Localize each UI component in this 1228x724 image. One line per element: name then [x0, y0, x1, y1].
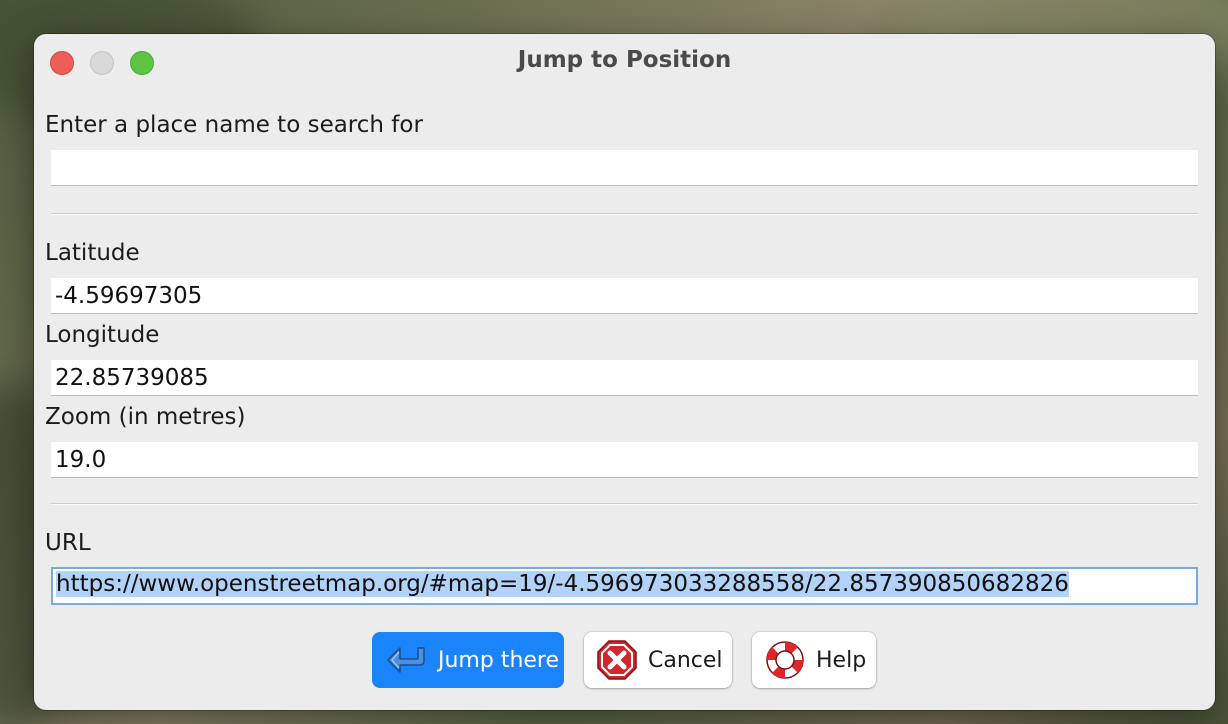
latitude-input[interactable] [51, 278, 1198, 314]
title-bar[interactable]: Jump to Position [34, 34, 1215, 88]
longitude-label: Longitude [45, 322, 160, 348]
lifebuoy-icon [766, 641, 804, 679]
window-title: Jump to Position [517, 47, 732, 73]
help-label: Help [816, 647, 867, 673]
jump-to-position-dialog: Jump to Position Enter a place name to s… [34, 34, 1215, 710]
longitude-input[interactable] [51, 360, 1198, 396]
cancel-button[interactable]: Cancel [584, 632, 732, 688]
zoom-label: Zoom (in metres) [45, 404, 246, 430]
url-input[interactable]: https://www.openstreetmap.org/#map=19/-4… [51, 567, 1198, 605]
arrow-left-icon [387, 647, 425, 673]
jump-there-label: Jump there [438, 647, 560, 673]
search-input[interactable] [51, 150, 1198, 186]
separator [51, 503, 1198, 505]
help-button[interactable]: Help [752, 632, 876, 688]
cancel-icon [597, 640, 637, 680]
search-label: Enter a place name to search for [45, 112, 423, 138]
separator [51, 213, 1198, 215]
url-label: URL [45, 530, 91, 556]
zoom-input[interactable] [51, 442, 1198, 478]
url-selected-text: https://www.openstreetmap.org/#map=19/-4… [56, 571, 1069, 597]
latitude-label: Latitude [45, 240, 140, 266]
cancel-label: Cancel [648, 647, 723, 673]
jump-there-button[interactable]: Jump there [372, 632, 564, 688]
